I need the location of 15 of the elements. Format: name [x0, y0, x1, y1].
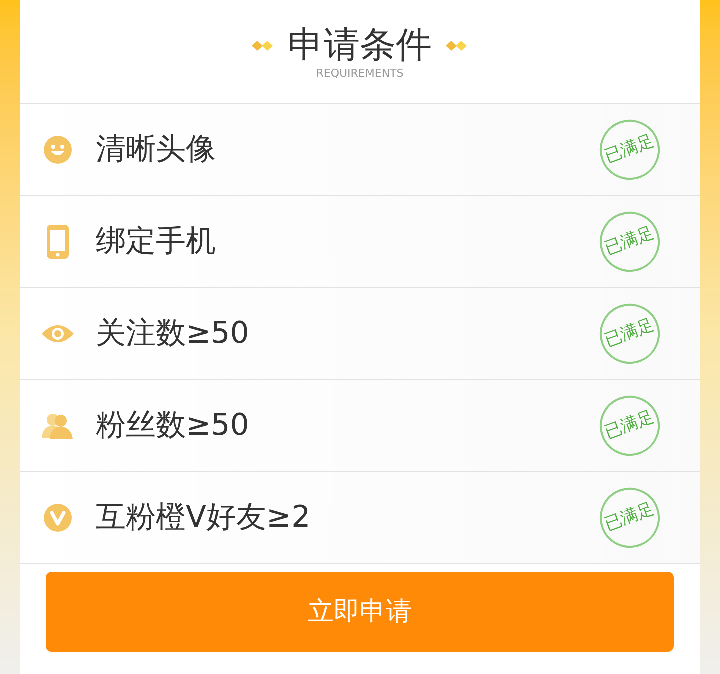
apply-button[interactable]: 立即申请 — [46, 572, 674, 652]
smiley-icon — [44, 136, 72, 164]
diamonds-icon — [446, 40, 468, 52]
requirement-label: 互粉橙V好友≥2 — [96, 499, 312, 537]
requirement-label: 关注数≥50 — [96, 315, 250, 353]
people-icon — [42, 412, 74, 438]
phone-icon — [47, 224, 69, 258]
requirement-label: 粉丝数≥50 — [96, 407, 250, 445]
requirement-label: 绑定手机 — [96, 223, 217, 261]
section-title: 申请条件 — [288, 24, 432, 68]
v-badge-icon — [44, 504, 72, 532]
eye-icon — [41, 322, 75, 344]
diamonds-icon — [252, 40, 274, 52]
requirement-label: 清晰头像 — [96, 131, 217, 169]
section-subtitle: REQUIREMENTS — [316, 66, 404, 82]
